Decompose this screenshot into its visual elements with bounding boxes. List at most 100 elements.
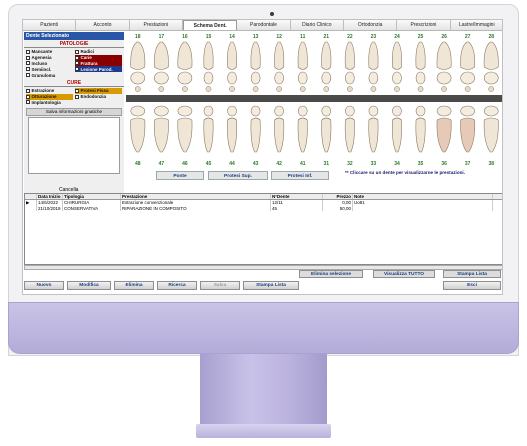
- tooth-lower-33-root[interactable]: [368, 117, 379, 153]
- tooth-upper-14-root[interactable]: [227, 41, 237, 70]
- tab-pazienti[interactable]: Pazienti: [23, 20, 77, 30]
- tooth-lower-48-root[interactable]: [130, 117, 146, 153]
- tooth-upper-25-occlusal[interactable]: [415, 71, 426, 85]
- tooth-lower-34-occlusal[interactable]: [392, 105, 402, 117]
- ricerca-button[interactable]: Ricerca: [157, 281, 197, 290]
- tooth-upper-18-marker[interactable]: [134, 86, 141, 92]
- tooth-lower-44-occlusal[interactable]: [227, 105, 237, 117]
- tooth-lower-35-occlusal[interactable]: [415, 105, 426, 117]
- tooth-lower-48-occlusal[interactable]: [130, 105, 146, 117]
- protesi-sup-button[interactable]: Protesi Sup.: [208, 171, 268, 180]
- tooth-upper-26-root[interactable]: [436, 41, 452, 70]
- tooth-lower-41-root[interactable]: [297, 117, 308, 153]
- tooth-upper-11-marker[interactable]: [299, 86, 306, 92]
- tab-prestazioni[interactable]: Prestazioni: [129, 20, 183, 30]
- tooth-upper-12-marker[interactable]: [276, 86, 283, 92]
- tooth-upper-15-marker[interactable]: [205, 86, 212, 92]
- tooth-upper-11-occlusal[interactable]: [297, 71, 308, 85]
- tooth-lower-34-root[interactable]: [392, 117, 402, 153]
- tooth-lower-31-root[interactable]: [321, 117, 332, 153]
- tooth-lower-32-root[interactable]: [344, 117, 355, 153]
- check-granuloma[interactable]: Granuloma: [26, 72, 73, 78]
- tooth-lower-46-occlusal[interactable]: [177, 105, 193, 117]
- tooth-upper-14-occlusal[interactable]: [227, 71, 237, 85]
- tooth-lower-31-occlusal[interactable]: [321, 105, 332, 117]
- tooth-upper-12-root[interactable]: [274, 41, 285, 70]
- tab-diario-clinico[interactable]: Diario Clinico: [290, 20, 344, 30]
- tooth-upper-15-occlusal[interactable]: [203, 71, 214, 85]
- protesi-inf-button[interactable]: Protesi Inf.: [271, 171, 329, 180]
- tooth-upper-27-occlusal[interactable]: [460, 71, 475, 85]
- tooth-upper-13-root[interactable]: [250, 41, 261, 70]
- tooth-lower-47-occlusal[interactable]: [154, 105, 169, 117]
- table-row[interactable]: 21/10/2019 CONSERVATIVA RIPARAZIONE IN C…: [25, 205, 502, 212]
- check-implantologia[interactable]: Implantologia: [26, 100, 73, 106]
- ponte-button[interactable]: Ponte: [156, 171, 204, 180]
- tooth-upper-11-root[interactable]: [297, 41, 308, 70]
- tooth-lower-45-occlusal[interactable]: [203, 105, 214, 117]
- tooth-upper-13-marker[interactable]: [252, 86, 259, 92]
- tooth-lower-35-root[interactable]: [415, 117, 426, 153]
- nuovo-button[interactable]: Nuovo: [24, 281, 64, 290]
- tooth-lower-46-root[interactable]: [177, 117, 193, 153]
- tooth-lower-44-root[interactable]: [227, 117, 237, 153]
- tooth-upper-25-marker[interactable]: [417, 86, 424, 92]
- elimina-selezione-button[interactable]: Elimina selezione: [299, 270, 363, 278]
- tooth-lower-32-occlusal[interactable]: [345, 105, 355, 117]
- tooth-upper-16-root[interactable]: [177, 41, 193, 70]
- tooth-lower-43-occlusal[interactable]: [250, 105, 261, 117]
- dental-chart[interactable]: 1817161514131211212223242526272887654321…: [126, 32, 502, 167]
- tooth-lower-42-occlusal[interactable]: [274, 105, 284, 117]
- tooth-upper-24-occlusal[interactable]: [392, 71, 402, 85]
- save-info-button[interactable]: Salva informazioni gnatiche: [26, 108, 122, 117]
- check-lesione-parod[interactable]: Lesione Parod.: [75, 66, 122, 73]
- tab-ortodonzia[interactable]: Ortodonzia: [343, 20, 398, 30]
- tooth-lower-38-occlusal[interactable]: [483, 105, 499, 117]
- tooth-lower-38-root[interactable]: [483, 117, 499, 153]
- tooth-lower-33-occlusal[interactable]: [368, 105, 379, 117]
- tooth-lower-42-root[interactable]: [274, 117, 285, 153]
- stampa-lista-top-button[interactable]: Stampa Lista: [443, 270, 501, 278]
- tooth-upper-15-root[interactable]: [203, 41, 214, 70]
- tooth-upper-27-marker[interactable]: [464, 86, 471, 92]
- tooth-upper-24-marker[interactable]: [394, 86, 400, 92]
- tooth-upper-22-marker[interactable]: [346, 86, 353, 92]
- tooth-upper-18-occlusal[interactable]: [130, 71, 146, 85]
- tooth-upper-12-occlusal[interactable]: [274, 71, 284, 85]
- tooth-upper-18-root[interactable]: [130, 41, 146, 70]
- tooth-upper-28-occlusal[interactable]: [483, 71, 499, 85]
- tooth-upper-24-root[interactable]: [392, 41, 402, 70]
- tooth-upper-28-root[interactable]: [483, 41, 499, 70]
- tooth-upper-21-marker[interactable]: [323, 86, 330, 92]
- tooth-upper-21-occlusal[interactable]: [321, 71, 332, 85]
- tab-acconto[interactable]: Acconto: [76, 20, 130, 30]
- elimina-button[interactable]: Elimina: [114, 281, 154, 290]
- tooth-upper-16-marker[interactable]: [182, 86, 188, 92]
- tab-lastre-immagini[interactable]: Lastre/Immagini: [450, 20, 502, 30]
- tooth-upper-17-marker[interactable]: [158, 86, 165, 92]
- tooth-lower-36-root[interactable]: [436, 117, 452, 153]
- tooth-upper-23-root[interactable]: [368, 41, 379, 70]
- modifica-button[interactable]: Modifica: [67, 281, 111, 290]
- tooth-upper-17-root[interactable]: [153, 41, 169, 70]
- tooth-upper-17-occlusal[interactable]: [154, 71, 169, 85]
- tooth-upper-22-root[interactable]: [344, 41, 355, 70]
- tooth-lower-37-occlusal[interactable]: [460, 105, 475, 117]
- tooth-upper-14-marker[interactable]: [229, 86, 235, 92]
- tooth-lower-36-occlusal[interactable]: [436, 105, 452, 117]
- tooth-upper-16-occlusal[interactable]: [177, 71, 193, 85]
- visualizza-tutto-button[interactable]: Visualizza TUTTO: [373, 270, 435, 278]
- check-endodonzia[interactable]: Endodonzia: [75, 94, 122, 100]
- tab-schema-dent[interactable]: Schema Dent.: [182, 20, 238, 30]
- tooth-upper-23-occlusal[interactable]: [368, 71, 379, 85]
- tooth-upper-28-marker[interactable]: [488, 86, 495, 92]
- tooth-upper-26-occlusal[interactable]: [436, 71, 452, 85]
- tooth-lower-41-occlusal[interactable]: [297, 105, 308, 117]
- tooth-upper-25-root[interactable]: [415, 41, 426, 70]
- esci-button[interactable]: Esci: [443, 281, 501, 290]
- tooth-upper-23-marker[interactable]: [370, 86, 377, 92]
- tooth-upper-13-occlusal[interactable]: [250, 71, 261, 85]
- salva-button[interactable]: Salva: [200, 281, 240, 290]
- tooth-upper-27-root[interactable]: [460, 41, 476, 70]
- tooth-lower-45-root[interactable]: [203, 117, 214, 153]
